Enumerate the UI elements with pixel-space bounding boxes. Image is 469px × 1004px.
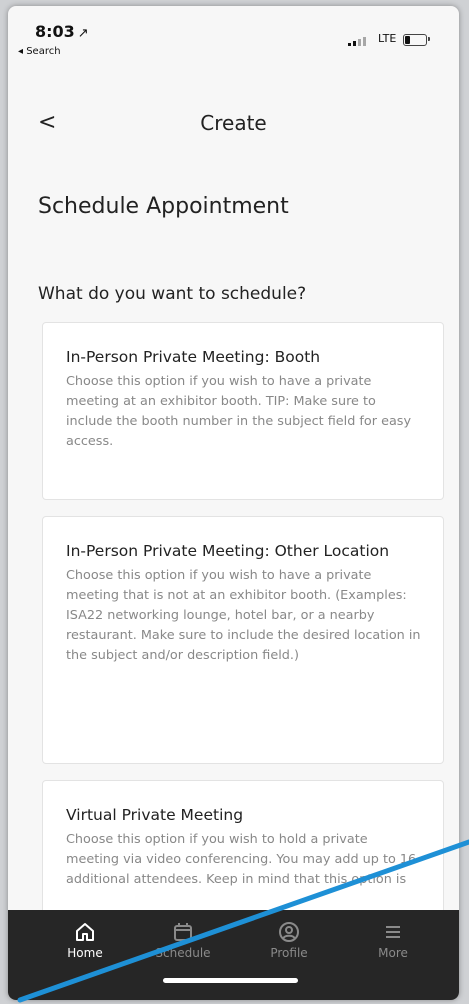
location-arrow-icon: ↗ [77, 26, 89, 41]
tab-profile-label: Profile [270, 946, 308, 960]
signal-icon [348, 36, 366, 46]
option-card-booth[interactable]: In-Person Private Meeting: Booth Choose … [42, 322, 444, 500]
network-type: LTE [378, 32, 397, 45]
option-title: In-Person Private Meeting: Other Locatio… [66, 542, 390, 560]
phone-screen: 8:03 ↗ ◂ Search LTE < Create Schedule App… [8, 6, 459, 1000]
tab-schedule[interactable]: Schedule [148, 920, 218, 960]
home-icon [76, 923, 94, 941]
option-title: Virtual Private Meeting [66, 806, 244, 824]
tab-schedule-label: Schedule [155, 946, 211, 960]
option-description: Choose this option if you wish to have a… [66, 374, 412, 449]
menu-icon [386, 926, 400, 938]
status-time: 8:03 ↗ [35, 22, 89, 41]
option-description: Choose this option if you wish to have a… [66, 568, 421, 663]
option-title: In-Person Private Meeting: Booth [66, 348, 321, 366]
tab-home[interactable]: Home [50, 920, 120, 960]
tab-more[interactable]: More [358, 920, 428, 960]
schedule-question: What do you want to schedule? [38, 284, 307, 304]
back-to-app-link[interactable]: ◂ Search [18, 46, 61, 57]
header-title: Create [200, 111, 267, 135]
calendar-icon [174, 923, 192, 941]
bottom-tab-bar: Home Schedule Profile More [8, 910, 459, 1000]
page-title: Schedule Appointment [38, 194, 289, 219]
option-card-other-location[interactable]: In-Person Private Meeting: Other Locatio… [42, 516, 444, 764]
home-indicator [163, 978, 298, 983]
tab-more-label: More [378, 946, 408, 960]
battery-cap [428, 37, 430, 41]
status-bar: 8:03 ↗ ◂ Search LTE [8, 6, 459, 76]
battery-icon [403, 34, 427, 46]
option-description: Choose this option if you wish to hold a… [66, 832, 417, 887]
tab-profile[interactable]: Profile [254, 920, 324, 960]
tab-home-label: Home [67, 946, 103, 960]
profile-icon [279, 922, 299, 942]
